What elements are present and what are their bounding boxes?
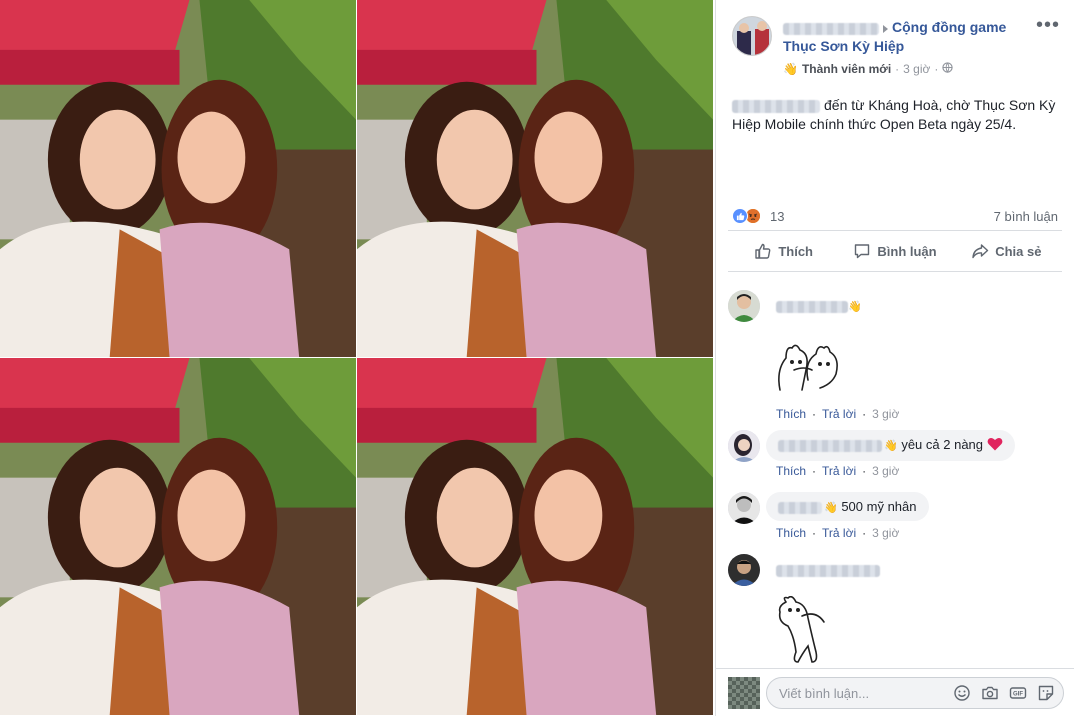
photo-tile [0, 358, 357, 716]
sticker-icon[interactable] [1037, 684, 1055, 702]
post-text: đến từ Kháng Hoà, chờ Thục Sơn Kỳ Hiệp M… [716, 90, 1074, 200]
sticker-image[interactable] [772, 340, 846, 399]
post-header: Cộng đồng game Thục Sơn Kỳ Hiệp 👋 Thành … [716, 0, 1074, 90]
comment-item: 👋 yêu cả 2 nàng Thích · Trả lời · 3 giờ [728, 430, 1058, 480]
selfie-photo [0, 0, 356, 357]
comment-actions: Thích · Trả lời · 3 giờ [776, 526, 900, 540]
emoji-icon[interactable] [953, 684, 971, 702]
comment-reply-link[interactable]: Trả lời [822, 407, 856, 421]
selfie-photo [357, 358, 713, 715]
comment-actions: Thích · Trả lời · 3 giờ [776, 407, 900, 421]
comment-text: yêu cả 2 nàng [901, 437, 984, 452]
comment-reply-link[interactable]: Trả lời [822, 526, 856, 540]
reaction-summary: 13 7 bình luận [732, 200, 1058, 230]
photo-viewer[interactable] [0, 0, 714, 716]
member-badge[interactable]: Thành viên mới [802, 60, 891, 78]
share-label: Chia sẻ [995, 243, 1042, 259]
comment-reply-link[interactable]: Trả lời [822, 464, 856, 478]
like-label: Thích [778, 243, 813, 259]
svg-text:GIF: GIF [1013, 692, 1023, 698]
post-time[interactable]: 3 giờ [903, 60, 930, 78]
post-author-line: Cộng đồng game Thục Sơn Kỳ Hiệp 👋 Thành … [783, 18, 1033, 78]
comment-time[interactable]: 3 giờ [872, 464, 899, 478]
comment-count-link[interactable]: 7 bình luận [994, 209, 1058, 224]
commenter-avatar[interactable] [728, 290, 760, 322]
mentioned-name-blurred [732, 99, 820, 113]
post-actions-bar: Thích Bình luận Chia sẻ [728, 230, 1062, 272]
heart-icon [987, 437, 1003, 454]
comment-item [728, 554, 1058, 668]
post-meta: 👋 Thành viên mới · 3 giờ · [783, 60, 1033, 78]
author-avatar[interactable] [732, 16, 772, 56]
wave-icon: 👋 [783, 62, 798, 76]
comment-composer: GIF [716, 668, 1074, 716]
composer-tools: GIF [953, 684, 1055, 702]
globe-icon [942, 60, 954, 78]
commenter-name[interactable] [778, 501, 822, 514]
comment-bubble: 👋 yêu cả 2 nàng [766, 430, 1015, 462]
share-button[interactable]: Chia sẻ [951, 231, 1062, 271]
comment-item: 👋 500 mỹ nhân Thích · Trả lời · 3 giờ [728, 492, 1058, 542]
commenter-name[interactable]: 👋 [776, 298, 862, 313]
wave-icon: 👋 [848, 301, 862, 313]
comment-like-link[interactable]: Thích [776, 526, 806, 540]
comment-like-link[interactable]: Thích [776, 407, 806, 421]
photo-tile [357, 358, 714, 716]
sticker-image[interactable] [772, 595, 832, 668]
commenter-name[interactable] [776, 562, 880, 577]
reaction-icons[interactable] [732, 208, 761, 224]
author-name-blurred[interactable] [783, 22, 879, 35]
comment-label: Bình luận [877, 243, 937, 259]
reaction-count[interactable]: 13 [770, 209, 784, 224]
selfie-photo [357, 0, 713, 357]
comment-like-link[interactable]: Thích [776, 464, 806, 478]
commenter-avatar[interactable] [728, 554, 760, 586]
thumb-up-icon [755, 243, 771, 259]
gif-icon[interactable]: GIF [1009, 684, 1027, 702]
arrow-right-icon [883, 24, 888, 33]
post-side-panel: Cộng đồng game Thục Sơn Kỳ Hiệp 👋 Thành … [715, 0, 1074, 716]
comment-time[interactable]: 3 giờ [872, 526, 899, 540]
photo-tile [0, 0, 357, 358]
camera-icon[interactable] [981, 684, 999, 702]
comment-button[interactable]: Bình luận [839, 231, 950, 271]
like-reaction-icon [732, 208, 748, 224]
comment-item: 👋 Thích · Trả lời · 3 giờ [728, 290, 1058, 421]
comment-time[interactable]: 3 giờ [872, 407, 899, 421]
commenter-avatar[interactable] [728, 492, 760, 524]
comment-icon [855, 244, 870, 259]
comment-bubble: 👋 500 mỹ nhân [766, 492, 929, 521]
comment-input[interactable] [779, 684, 939, 702]
comment-list: 👋 Thích · Trả lời · 3 giờ 👋 yêu cả 2 nàn… [716, 284, 1074, 668]
current-user-avatar[interactable] [728, 677, 760, 709]
photo-tile [357, 0, 714, 358]
like-button[interactable]: Thích [728, 231, 839, 271]
selfie-photo [0, 358, 356, 715]
commenter-avatar[interactable] [728, 430, 760, 462]
comment-text: 500 mỹ nhân [841, 499, 917, 514]
wave-icon: 👋 [884, 440, 898, 452]
comment-input-box[interactable]: GIF [766, 677, 1064, 709]
post-options-button[interactable]: ••• [1036, 15, 1060, 35]
share-icon [972, 244, 989, 259]
comment-actions: Thích · Trả lời · 3 giờ [776, 464, 900, 478]
wave-icon: 👋 [824, 502, 838, 514]
commenter-name[interactable] [778, 439, 882, 452]
